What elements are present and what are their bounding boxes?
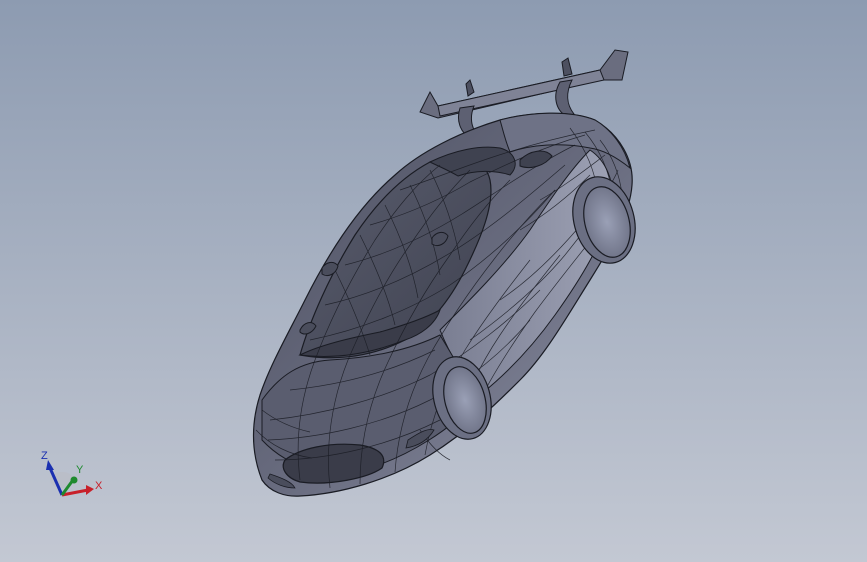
triad-x-label: X [95, 480, 103, 492]
graphics-viewport[interactable]: Z Y X [0, 0, 867, 562]
model-view[interactable] [0, 0, 867, 562]
triad-z-label: Z [41, 450, 48, 462]
triad-y-label: Y [76, 464, 84, 476]
triad-axes [46, 460, 94, 497]
